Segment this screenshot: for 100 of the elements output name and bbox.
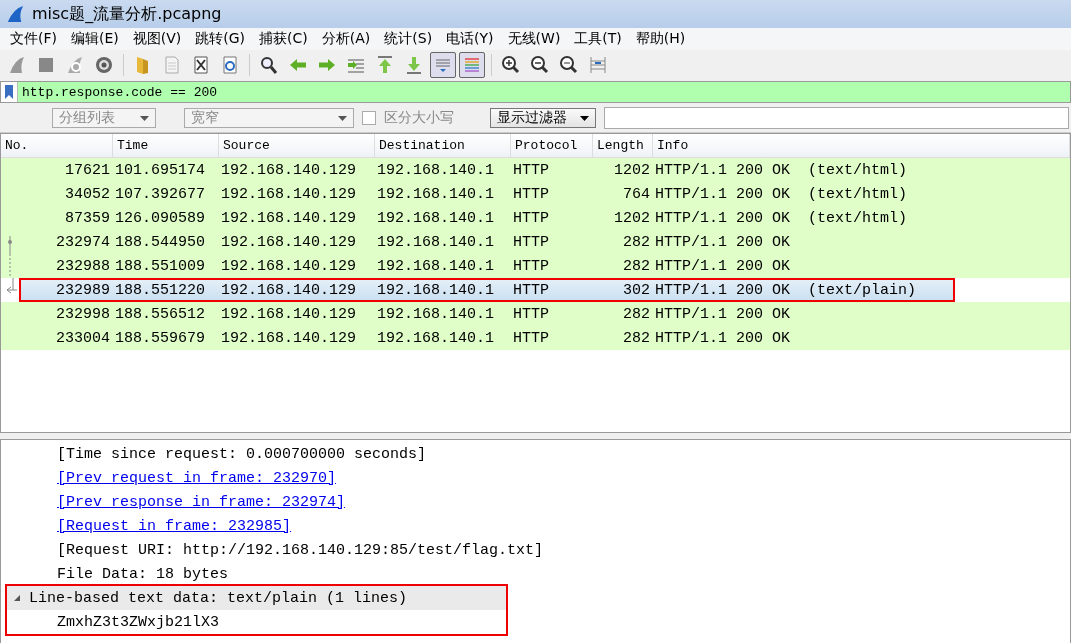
menu-item[interactable]: 电话(Y) (440, 30, 502, 48)
table-cell-text: HTTP (512, 257, 550, 275)
menu-item[interactable]: 跳转(G) (189, 30, 254, 48)
table-cell-text: 192.168.140.1 (376, 305, 496, 323)
tree-node[interactable]: Line-based text data: text/plain (1 lines) (7, 586, 506, 610)
table-cell-text: 1202 (613, 209, 651, 227)
packet-row[interactable]: 233004 188.559679 192.168.140.129 192.168.140.1 HTTP 282 HTTP/1.1 200 OK (1, 326, 1070, 350)
table-cell-text: HTTP (512, 281, 550, 299)
close-file-icon (191, 55, 211, 75)
table-cell-text: 188.551009 (114, 257, 206, 275)
table-cell-text: 192.168.140.1 (376, 209, 496, 227)
table-cell-text: 764 (622, 185, 651, 203)
table-cell-text: HTTP/1.1 200 OK (654, 257, 792, 275)
menu-item[interactable]: 分析(A) (315, 30, 379, 48)
packet-row[interactable]: 232974 188.544950 192.168.140.129 192.168.140.1 HTTP 282 HTTP/1.1 200 OK (1, 230, 1070, 254)
shark-fin-icon (7, 55, 27, 75)
table-cell-text: HTTP (512, 233, 550, 251)
table-cell-text: 282 (622, 305, 651, 323)
table-cell-text: 232989 (55, 281, 111, 299)
stop-icon (36, 55, 56, 75)
packet-row[interactable]: 232988 188.551009 192.168.140.129 192.168.140.1 HTTP 282 HTTP/1.1 200 OK (1, 254, 1070, 278)
columns-icon (588, 55, 608, 75)
menu-item[interactable]: 工具(T) (568, 30, 630, 48)
menu-item[interactable]: 帮助(H) (629, 30, 694, 48)
zoom-in-icon (501, 55, 521, 75)
table-cell-text: HTTP/1.1 200 OK (text/plain) (654, 281, 918, 299)
table-cell-text: HTTP/1.1 200 OK (654, 305, 792, 323)
detail-field[interactable]: [Request URI: http://192.168.140.129:85/test/flag.txt] (1, 538, 1070, 562)
table-cell-text: HTTP/1.1 200 OK (654, 233, 792, 251)
frame-link[interactable]: [Prev request in frame: 232970] (57, 469, 337, 487)
search-field[interactable] (604, 107, 1069, 129)
document-icon (162, 55, 182, 75)
bookmark-icon[interactable] (5, 85, 13, 99)
table-cell-text: 282 (622, 329, 651, 347)
down-arrow-icon (404, 55, 424, 75)
column-header[interactable]: Time (113, 134, 219, 157)
table-cell-text: 192.168.140.129 (220, 161, 358, 179)
table-cell-text: HTTP (512, 209, 550, 227)
zoom-out-icon (530, 55, 550, 75)
column-header[interactable]: Destination (375, 134, 511, 157)
expand-triangle-icon[interactable] (13, 594, 21, 602)
colored-lines-icon (462, 55, 482, 75)
table-cell-text: 192.168.140.1 (376, 257, 496, 275)
checkbox-label: 区分大小写 (384, 109, 454, 127)
packet-row[interactable]: 87359 126.090589 192.168.140.129 192.168.140.1 HTTP 1202 HTTP/1.1 200 OK (text/html) (1, 206, 1070, 230)
search-type-dropdown[interactable]: 显示过滤器 (490, 108, 596, 128)
table-cell-text: 188.551220 (114, 281, 206, 299)
settings-icon (94, 55, 114, 75)
packet-row[interactable]: 17621 101.695174 192.168.140.129 192.168.140.1 HTTP 1202 HTTP/1.1 200 OK (text/html) (1, 158, 1070, 182)
column-header[interactable]: Info (653, 134, 1070, 157)
dropdown-arrow-icon (580, 115, 589, 121)
table-cell-text: 192.168.140.1 (376, 161, 496, 179)
table-cell-text: 188.544950 (114, 233, 206, 251)
packet-row[interactable]: 34052 107.392677 192.168.140.129 192.168.140.1 HTTP 764 HTTP/1.1 200 OK (text/html) (1, 182, 1070, 206)
table-cell-text: 192.168.140.129 (220, 233, 358, 251)
menu-item[interactable]: 无线(W) (501, 30, 569, 48)
table-cell-text: 17621 (64, 161, 111, 179)
window-title: misc题_流量分析.pcapng (32, 3, 222, 25)
table-cell-text: 282 (622, 233, 651, 251)
table-cell-text: 282 (622, 257, 651, 275)
menu-item[interactable]: 捕获(C) (253, 30, 316, 48)
frame-link[interactable]: [Prev response in frame: 232974] (57, 493, 346, 511)
table-cell-text: 192.168.140.1 (376, 233, 496, 251)
table-cell-text: HTTP (512, 329, 550, 347)
packet-row[interactable]: 232998 188.556512 192.168.140.129 192.168.140.1 HTTP 282 HTTP/1.1 200 OK (1, 302, 1070, 326)
table-cell-text: 232998 (55, 305, 111, 323)
detail-field[interactable]: ZmxhZ3t3ZWxjb21lX3 (7, 610, 506, 634)
menu-item[interactable]: 统计(S) (378, 30, 441, 48)
menu-item[interactable]: 文件(F) (4, 30, 65, 48)
table-cell-text: 232988 (55, 257, 111, 275)
detail-field[interactable]: File Data: 18 bytes (1, 562, 1070, 586)
column-header[interactable]: Protocol (511, 134, 593, 157)
table-cell-text: 34052 (64, 185, 111, 203)
table-cell-text: 1202 (613, 161, 651, 179)
menu-item[interactable]: 编辑(E) (65, 30, 127, 48)
restart-icon (65, 55, 85, 75)
table-cell-text: HTTP (512, 161, 550, 179)
shark-fin-icon (6, 5, 24, 23)
table-cell-text: HTTP/1.1 200 OK (text/html) (654, 161, 909, 179)
table-cell-text: 192.168.140.1 (376, 329, 496, 347)
column-header[interactable]: Source (219, 134, 375, 157)
table-cell-text: HTTP/1.1 200 OK (text/html) (654, 209, 909, 227)
up-arrow-icon (375, 55, 395, 75)
table-cell-text: HTTP (512, 305, 550, 323)
column-header[interactable]: No. (1, 134, 113, 157)
table-cell-text: HTTP/1.1 200 OK (654, 329, 792, 347)
dropdown-arrow-icon (338, 115, 347, 121)
menu-item[interactable]: 视图(V) (126, 30, 190, 48)
dropdown-arrow-icon (140, 115, 149, 121)
table-cell-text: HTTP/1.1 200 OK (text/html) (654, 185, 909, 203)
table-cell-text: 101.695174 (114, 161, 206, 179)
table-cell-text: 192.168.140.1 (376, 281, 496, 299)
table-cell-text: 188.559679 (114, 329, 206, 347)
table-cell-text: 192.168.140.129 (220, 305, 358, 323)
table-cell-text: 188.556512 (114, 305, 206, 323)
frame-link[interactable]: [Request in frame: 232985] (57, 517, 292, 535)
detail-field[interactable]: [Time since request: 0.000700000 seconds] (1, 442, 1070, 466)
search-icon (259, 55, 279, 75)
display-filter-field[interactable]: http.response.code == 200 (0, 81, 1071, 103)
column-header[interactable]: Length (593, 134, 653, 157)
